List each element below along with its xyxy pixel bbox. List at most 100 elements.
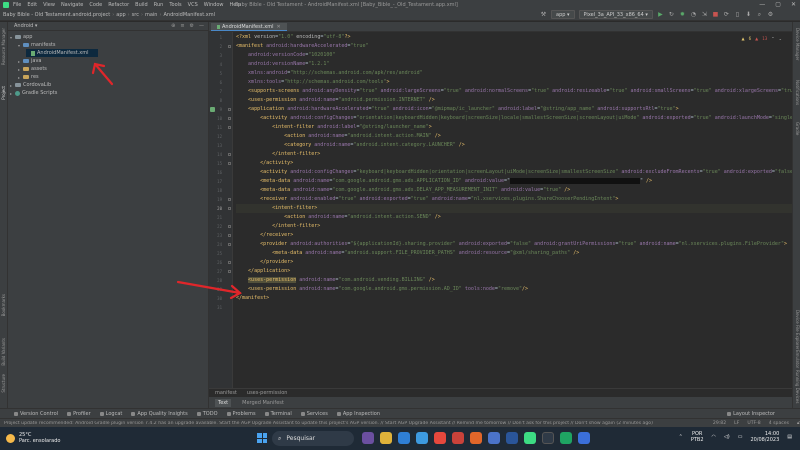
taskbar-search[interactable]: ⌕ Pesquisar	[272, 431, 354, 446]
code-line[interactable]: android:versionCode="1020100"	[236, 51, 335, 60]
project-view-mode[interactable]: Android	[14, 23, 33, 29]
breadcrumb-uses-permission[interactable]: uses-permission	[247, 390, 288, 396]
close-icon[interactable]: ✕	[791, 1, 796, 8]
notification-icon[interactable]: ▤	[787, 434, 792, 440]
tool-layout-inspector[interactable]: Layout Inspector	[727, 411, 775, 417]
tool-problems[interactable]: Problems	[226, 411, 256, 417]
tab-structure[interactable]: Structure	[1, 374, 6, 393]
menu-build[interactable]: Build	[135, 2, 148, 8]
chevron-down-icon[interactable]: ⌄	[779, 36, 782, 41]
breadcrumb-project[interactable]: Baby Bible - Old Testament.android.proje…	[3, 12, 110, 18]
tool-profiler[interactable]: Profiler	[67, 411, 91, 417]
code-line[interactable]: <intent-filter>	[236, 204, 792, 213]
file-encoding[interactable]: UTF-8	[747, 421, 760, 426]
vscode-icon[interactable]	[578, 432, 590, 444]
tool-logcat[interactable]: Logcat	[99, 411, 122, 417]
code-line[interactable]: <meta-data android:name="com.google.andr…	[236, 177, 652, 186]
tab-project[interactable]: Project	[1, 86, 6, 100]
code-line[interactable]: <receiver android:enabled="true" android…	[236, 195, 618, 204]
breadcrumb-app[interactable]: app	[116, 12, 125, 18]
hammer-icon[interactable]: ⚒	[540, 11, 547, 18]
fold-marker-icon[interactable]	[228, 207, 231, 210]
menu-refactor[interactable]: Refactor	[108, 2, 129, 8]
maximize-icon[interactable]: ▢	[775, 1, 781, 8]
clock[interactable]: 14:00 20/08/2023	[750, 431, 779, 443]
wifi-icon[interactable]: ◠	[712, 434, 716, 440]
battery-icon[interactable]: ▭	[738, 434, 743, 440]
gear-icon[interactable]: ⚙	[190, 23, 194, 29]
tree-item-cordovalib[interactable]: ▸ CordovaLib	[10, 81, 51, 89]
close-icon[interactable]: ✕	[276, 24, 280, 30]
menu-code[interactable]: Code	[89, 2, 102, 8]
settings-icon[interactable]: ⚙	[767, 11, 774, 18]
code-line[interactable]: <intent-filter android:label="@string/la…	[236, 123, 432, 132]
tab-bookmarks[interactable]: Bookmarks	[1, 294, 6, 316]
tool-app-inspection[interactable]: App Inspection	[336, 411, 380, 417]
start-button[interactable]	[257, 433, 267, 443]
fold-marker-icon[interactable]	[228, 162, 231, 165]
fold-marker-icon[interactable]	[228, 153, 231, 156]
breadcrumb-src[interactable]: src	[132, 12, 139, 18]
weather-widget[interactable]: 25°C Parc. ensolarado	[6, 432, 60, 444]
firefox-icon[interactable]	[470, 432, 482, 444]
stop-icon[interactable]: ■	[712, 11, 719, 18]
fold-marker-icon[interactable]	[228, 108, 231, 111]
terminal-taskbar-icon[interactable]	[542, 432, 554, 444]
tab-merged-manifest[interactable]: Merged Manifest	[239, 399, 287, 407]
debug-icon[interactable]: ✹	[679, 11, 686, 18]
tree-item-res[interactable]: ▸ res	[18, 73, 39, 81]
collapse-icon[interactable]: ≡	[180, 23, 184, 29]
globe-icon[interactable]: ⊕	[171, 23, 175, 29]
breadcrumb-file[interactable]: AndroidManifest.xml	[163, 12, 214, 18]
word-icon[interactable]	[506, 432, 518, 444]
spreadsheet-icon[interactable]	[560, 432, 572, 444]
code-line[interactable]: </provider>	[236, 258, 293, 267]
search-icon[interactable]: ⌕	[756, 11, 763, 18]
store-icon[interactable]	[416, 432, 428, 444]
menu-vcs[interactable]: VCS	[188, 2, 198, 8]
menu-tools[interactable]: Tools	[169, 2, 181, 8]
tab-build-variants[interactable]: Build Variants	[1, 338, 6, 366]
fold-marker-icon[interactable]	[228, 45, 231, 48]
android-icon[interactable]	[210, 107, 215, 112]
sdk-manager-icon[interactable]: ⬇	[745, 11, 752, 18]
code-line[interactable]: </intent-filter>	[236, 222, 320, 231]
tree-item-androidmanifest[interactable]: AndroidManifest.xml	[26, 49, 98, 57]
tab-running-devices[interactable]: Running Devices	[795, 370, 800, 403]
fold-marker-icon[interactable]	[228, 270, 231, 273]
code-line[interactable]: <action android:name="android.intent.act…	[236, 132, 441, 141]
code-line[interactable]: <action android:name="android.intent.act…	[236, 213, 441, 222]
fold-marker-icon[interactable]	[228, 243, 231, 246]
office-icon[interactable]	[452, 432, 464, 444]
code-line[interactable]: </manifest>	[236, 294, 269, 303]
menu-view[interactable]: View	[43, 2, 55, 8]
chevron-up-icon[interactable]: ⌃	[771, 36, 774, 41]
code-line[interactable]: </intent-filter>	[236, 150, 320, 159]
code-line[interactable]: <meta-data android:name="com.google.andr…	[236, 186, 570, 195]
device-select[interactable]: Pixel_3a_API_33_x86_64 ▾	[578, 10, 653, 19]
tree-item-manifests[interactable]: ▾ manifests	[18, 41, 56, 49]
tab-androidmanifest[interactable]: AndroidManifest.xml ✕	[211, 23, 287, 31]
file-explorer-icon[interactable]	[380, 432, 392, 444]
code-line[interactable]: <provider android:authorities="${applica…	[236, 240, 787, 249]
code-line[interactable]: xmlns:tools="http://schemas.android.com/…	[236, 78, 390, 87]
language-indicator[interactable]: POR PTB2	[691, 431, 704, 443]
fold-marker-icon[interactable]	[228, 117, 231, 120]
device-manager-icon[interactable]: ▯	[734, 11, 741, 18]
tab-gradle[interactable]: Gradle	[795, 122, 800, 135]
tree-item-app[interactable]: ▾ app	[10, 33, 32, 41]
breadcrumb-manifest[interactable]: manifest	[215, 390, 237, 396]
tab-device-file-explorer[interactable]: Device File Explorer	[795, 310, 800, 350]
status-message[interactable]: Project update recommended: Android Grad…	[4, 421, 705, 426]
tool-version-control[interactable]: Version Control	[14, 411, 58, 417]
code-line[interactable]: <meta-data android:name="android.support…	[236, 249, 579, 258]
hide-icon[interactable]: —	[199, 23, 204, 29]
tab-notifications[interactable]: Notifications	[795, 80, 800, 105]
minimize-icon[interactable]: —	[759, 1, 765, 8]
code-line[interactable]: <activity android:configChanges="orienta…	[236, 114, 792, 123]
sync-gradle-icon[interactable]: ⟳	[723, 11, 730, 18]
run-icon[interactable]: ▶	[657, 11, 664, 18]
fold-marker-icon[interactable]	[228, 261, 231, 264]
profile-icon[interactable]: ◔	[690, 11, 697, 18]
apply-changes-icon[interactable]: ↻	[668, 11, 675, 18]
